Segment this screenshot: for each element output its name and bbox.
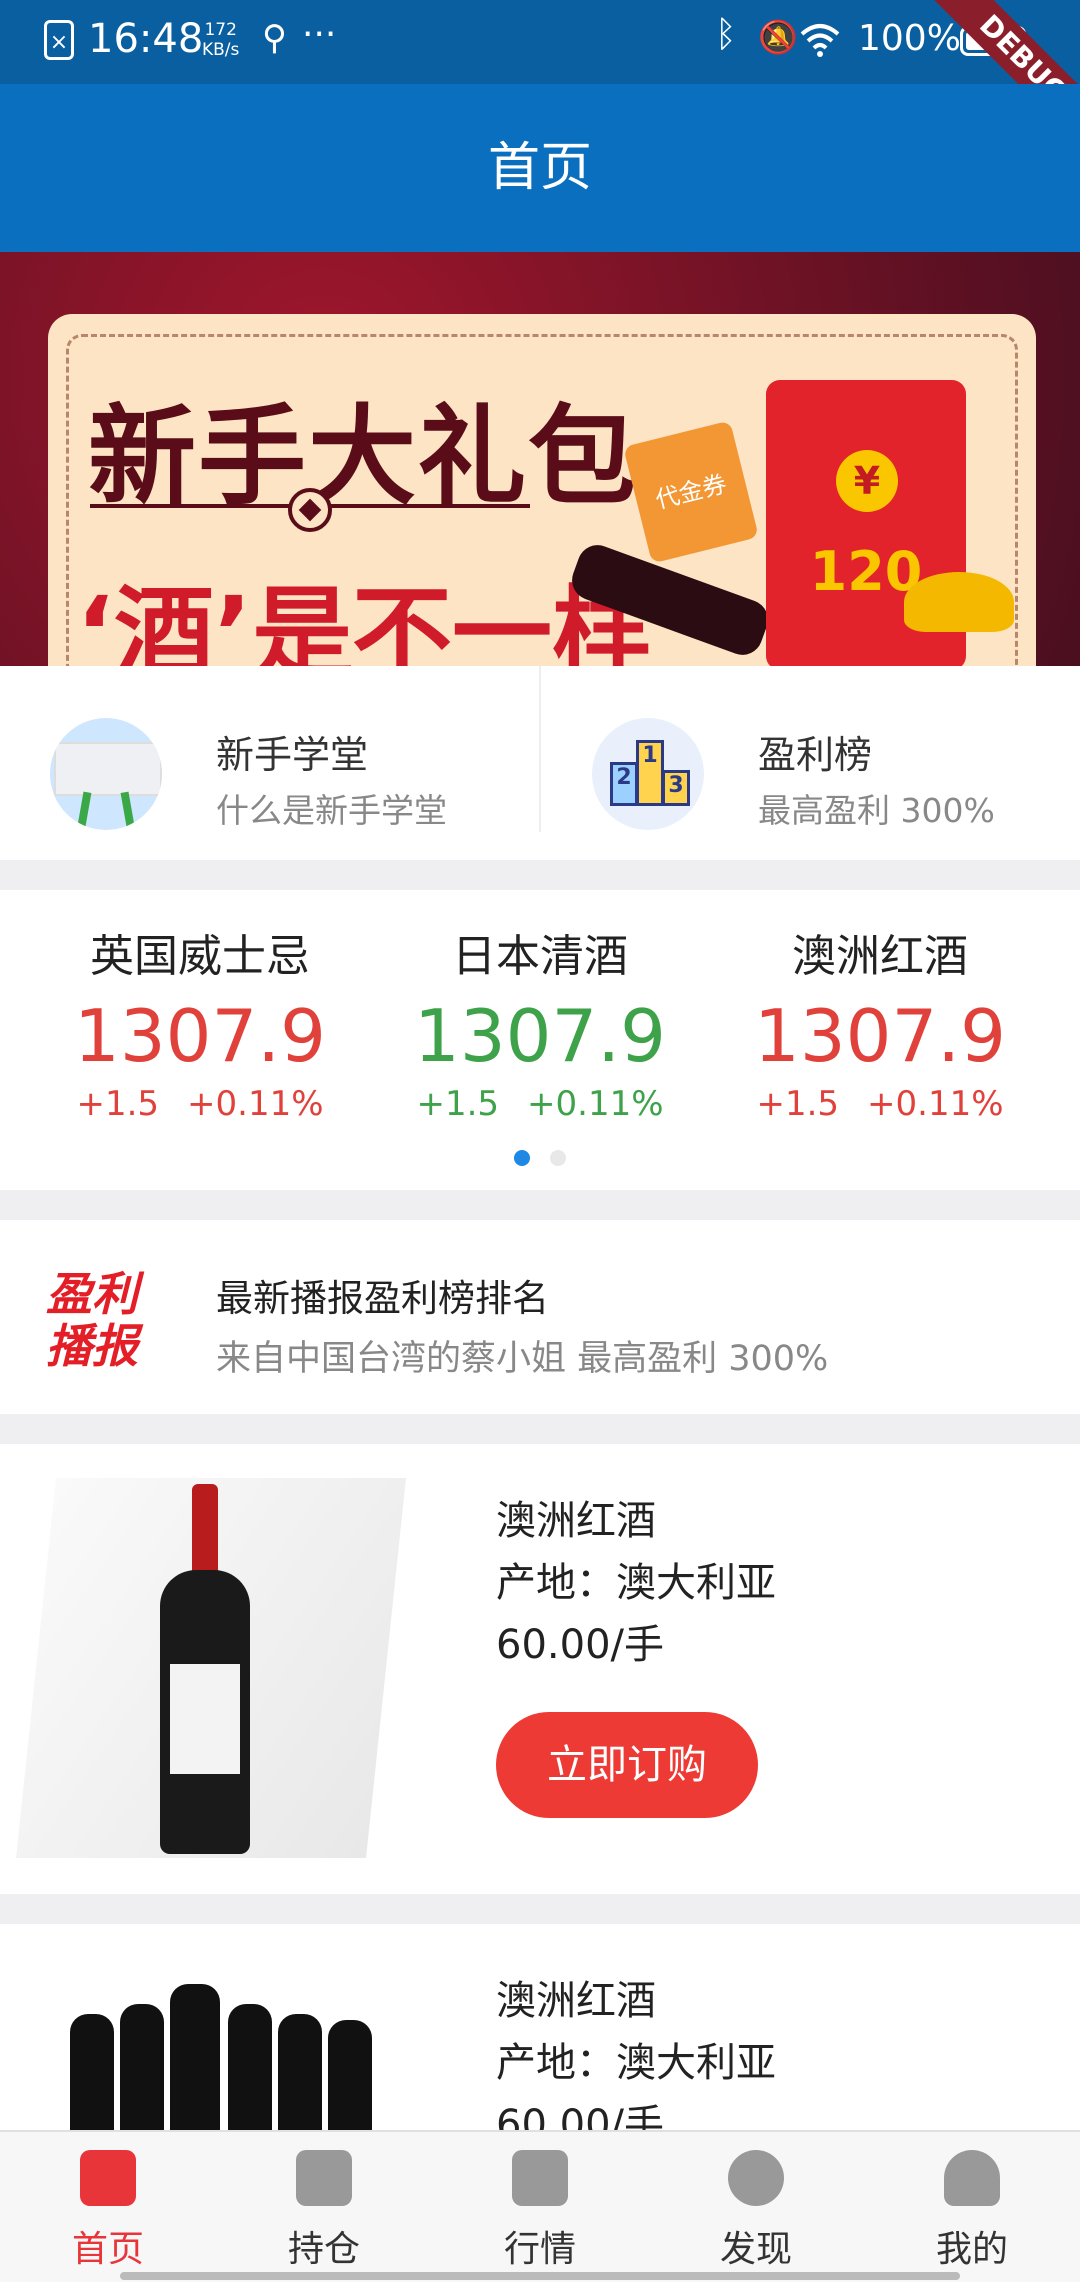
podium-icon[interactable]: 2 1 3 — [592, 718, 704, 830]
change-percent: +0.11% — [187, 1084, 324, 1124]
tab-home[interactable]: 首页 — [0, 2150, 216, 2272]
home-icon — [80, 2150, 136, 2206]
broadcast-detail: 来自中国台湾的蔡小姐 最高盈利 300% — [216, 1339, 829, 1379]
gesture-bar[interactable] — [120, 2272, 960, 2280]
market-item-price: 1307.9 — [754, 994, 1006, 1078]
banner-headline: 新手大礼包 — [88, 395, 639, 520]
quick-link-subtitle-academy: 什么是新手学堂 — [216, 791, 447, 830]
logo-line-2: 播报 — [46, 1319, 138, 1373]
podium-place-2: 2 — [610, 762, 638, 806]
bottom-tab-bar: 首页 持仓 行情 发现 我的 — [0, 2130, 1080, 2282]
chart-icon — [512, 2150, 568, 2206]
change-percent: +0.11% — [867, 1084, 1004, 1124]
pager-dot-active[interactable] — [514, 1150, 530, 1166]
product-origin: 产地：澳大利亚 — [496, 2040, 776, 2086]
status-bar: × 16:48 172 KB/s ⚲ ··· ᛒ 🔕 100% DEBUG — [0, 0, 1080, 156]
market-item-price: 1307.9 — [74, 994, 326, 1078]
market-item-red-wine[interactable]: 澳洲红酒 1307.9 +1.5 +0.11% — [710, 920, 1050, 1124]
tab-holdings[interactable]: 持仓 — [216, 2150, 432, 2272]
product-card[interactable]: 澳洲红酒 产地：澳大利亚 60.00/手 立即订购 — [0, 1444, 1080, 1894]
tab-label: 首页 — [71, 2229, 144, 2270]
bluetooth-icon: ᛒ — [715, 14, 737, 55]
profit-broadcast[interactable]: 盈利 播报 最新播报盈利榜排名 来自中国台湾的蔡小姐 最高盈利 300% — [0, 1220, 1080, 1414]
change-value: +1.5 — [76, 1084, 160, 1124]
market-item-name: 英国威士忌 — [90, 931, 310, 982]
tab-label: 发现 — [719, 2229, 792, 2270]
chat-icon — [728, 2150, 784, 2206]
buy-now-button[interactable]: 立即订购 — [496, 1712, 758, 1818]
market-item-price: 1307.9 — [414, 994, 666, 1078]
tab-label: 我的 — [935, 2229, 1008, 2270]
market-item-name: 日本清酒 — [452, 931, 628, 982]
profit-broadcast-logo: 盈利 播报 — [46, 1268, 138, 1372]
change-percent: +0.11% — [527, 1084, 664, 1124]
more-dots-icon: ··· — [302, 14, 337, 55]
tab-mine[interactable]: 我的 — [864, 2150, 1080, 2272]
quick-link-title-leaderboard[interactable]: 盈利榜 — [758, 724, 872, 779]
market-item-name: 澳洲红酒 — [792, 931, 968, 982]
user-icon — [944, 2150, 1000, 2206]
cart-icon — [296, 2150, 352, 2206]
net-speed: 172 KB/s — [202, 20, 239, 60]
change-value: +1.5 — [416, 1084, 500, 1124]
usb-icon: ⚲ — [262, 18, 287, 58]
wifi-icon — [800, 24, 840, 57]
market-item-sake[interactable]: 日本清酒 1307.9 +1.5 +0.11% — [370, 920, 710, 1124]
change-value: +1.5 — [756, 1084, 840, 1124]
status-time: 16:48 — [88, 16, 204, 62]
app-bar: 首页 — [0, 84, 1080, 252]
podium-place-1: 1 — [636, 740, 664, 806]
product-name: 澳洲红酒 — [496, 1978, 656, 2024]
tab-market[interactable]: 行情 — [432, 2150, 648, 2272]
mute-bell-icon: 🔕 — [758, 18, 798, 56]
quick-link-subtitle-leaderboard: 最高盈利 300% — [758, 791, 995, 830]
classroom-board-icon[interactable] — [50, 718, 162, 830]
net-speed-unit: KB/s — [202, 40, 240, 60]
market-pager — [514, 1150, 586, 1170]
sim-icon: × — [44, 20, 74, 60]
podium-place-3: 3 — [662, 770, 690, 806]
logo-line-1: 盈利 — [46, 1267, 138, 1321]
market-item-change: +1.5 +0.11% — [710, 1084, 1050, 1124]
market-ticker: 英国威士忌 1307.9 +1.5 +0.11% 日本清酒 1307.9 +1.5… — [0, 890, 1080, 1190]
quick-link-title-academy[interactable]: 新手学堂 — [216, 724, 368, 779]
tab-label: 持仓 — [287, 2229, 360, 2270]
product-price: 60.00/手 — [496, 1622, 664, 1668]
tab-label: 行情 — [503, 2229, 576, 2270]
yuan-coin-icon: ¥ — [836, 450, 898, 512]
pager-dot[interactable] — [550, 1150, 566, 1166]
market-item-whisky[interactable]: 英国威士忌 1307.9 +1.5 +0.11% — [30, 920, 370, 1124]
divider — [539, 666, 541, 832]
battery-percent: 100% — [858, 18, 961, 59]
red-wine-bottle-image — [160, 1484, 250, 1854]
product-name: 澳洲红酒 — [496, 1498, 656, 1544]
promo-banner[interactable]: 新手大礼包 ‘酒’是不一样 代金券 ¥ 120 — [0, 252, 1080, 666]
gold-ingot-icon — [904, 572, 1014, 632]
net-speed-value: 172 — [204, 20, 237, 40]
banner-slogan: ‘酒’是不一样 — [76, 575, 652, 666]
broadcast-headline: 最新播报盈利榜排名 — [216, 1277, 549, 1320]
market-item-change: +1.5 +0.11% — [30, 1084, 370, 1124]
page-title: 首页 — [487, 138, 592, 198]
market-item-change: +1.5 +0.11% — [370, 1084, 710, 1124]
diamond-icon — [288, 488, 332, 532]
product-origin: 产地：澳大利亚 — [496, 1560, 776, 1606]
tab-discover[interactable]: 发现 — [648, 2150, 864, 2272]
quick-links: 新手学堂 什么是新手学堂 2 1 3 盈利榜 最高盈利 300% — [0, 666, 1080, 860]
